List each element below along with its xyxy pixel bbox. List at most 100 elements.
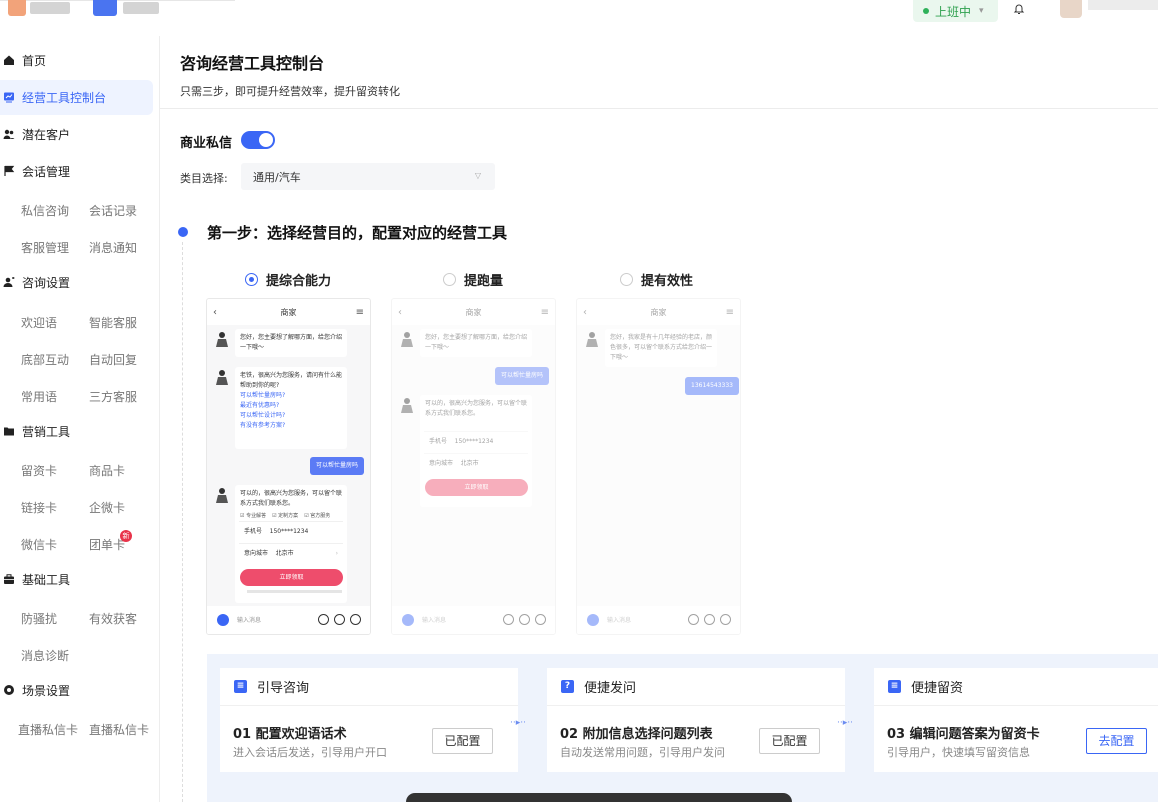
sidebar-subitem[interactable]: 消息通知	[89, 239, 137, 256]
sidebar-subitem[interactable]: 欢迎语	[21, 314, 57, 331]
sidebar-subitem[interactable]: 会话记录	[89, 202, 137, 219]
goal-radio-comprehensive[interactable]: 提综合能力	[245, 270, 331, 289]
users-icon	[3, 129, 15, 139]
emoji-icon[interactable]	[334, 614, 345, 625]
sidebar-item-leads[interactable]: 潜在客户	[0, 121, 70, 147]
sidebar-item-scene-settings[interactable]: 场景设置	[0, 677, 70, 703]
sidebar-item-basic-tools[interactable]: 基础工具	[0, 566, 70, 592]
flow-card-lead: ≡ 便捷留资 03 编辑问题答案为留资卡 引导用户，快速填写留资信息 去配置	[874, 668, 1158, 772]
sidebar-subitem[interactable]: 留资卡	[21, 462, 57, 479]
quick-question-link[interactable]: 最近有优惠吗?	[240, 401, 342, 411]
sidebar-subitem[interactable]: 直播私信卡	[18, 721, 78, 738]
card-header-label: 引导咨询	[257, 681, 310, 696]
bell-icon[interactable]	[1013, 3, 1025, 15]
app-logo[interactable]	[8, 0, 26, 16]
plus-icon	[720, 614, 731, 625]
sidebar-subitem[interactable]: 三方客服	[89, 388, 137, 405]
status-text: 上班中	[935, 4, 972, 19]
radio-label: 提有效性	[641, 274, 694, 289]
sidebar-subitem[interactable]: 微信卡	[21, 536, 57, 553]
sidebar-subitem[interactable]: 消息诊断	[21, 647, 69, 664]
go-configure-button[interactable]: 去配置	[1086, 728, 1147, 754]
quick-question-link[interactable]: 有没有参考方案?	[240, 421, 342, 431]
sidebar-item-consult-settings[interactable]: 咨询设置	[0, 269, 70, 295]
phone-header: ‹ 商家 ≡	[207, 299, 370, 325]
second-app-logo[interactable]	[93, 0, 117, 16]
phone-field: 手机号 150****1234	[424, 431, 528, 452]
chat-body: 您好，我家是有十几年经验的老店，颜色很多，可以留个联系方式给您介绍一下哦～ 13…	[577, 325, 740, 608]
dashboard-icon	[4, 92, 14, 103]
card-header: ? 便捷发问	[547, 668, 845, 706]
quick-question-link[interactable]: 可以帮忙设计吗?	[240, 411, 342, 421]
radio-label: 提跑量	[464, 274, 504, 289]
configured-button[interactable]: 已配置	[432, 728, 493, 754]
radio-label: 提综合能力	[266, 274, 332, 289]
flow-arrow-icon: ··▸··	[510, 718, 526, 728]
sidebar-item-conversation[interactable]: 会话管理	[0, 158, 70, 184]
chevron-down-icon: ▾	[979, 6, 984, 16]
sidebar-item-dashboard[interactable]: 经营工具控制台	[0, 84, 106, 110]
goal-radio-effective[interactable]: 提有效性	[620, 270, 693, 289]
sidebar-item-marketing[interactable]: 营销工具	[0, 418, 70, 444]
configured-button[interactable]: 已配置	[759, 728, 820, 754]
sidebar-subitem[interactable]: 有效获客	[89, 610, 137, 627]
sidebar-subitem[interactable]: 商品卡	[89, 462, 125, 479]
quick-question-link[interactable]: 可以帮忙量房吗?	[240, 391, 342, 401]
sidebar-subitem[interactable]: 常用语	[21, 388, 57, 405]
sidebar-subitem[interactable]: 私信咨询	[21, 202, 69, 219]
chat-body: 您好，您主要想了解哪方面，给您介绍一下哦～ 可以帮忙量房吗 可以的，很高兴为您服…	[392, 325, 555, 608]
sidebar-item-label: 场景设置	[22, 683, 71, 698]
phone-preview-3[interactable]: ‹ 商家 ≡ 您好，我家是有十几年经验的老店，颜色很多，可以留个联系方式给您介绍…	[576, 298, 741, 635]
chat-bubble: 您好，我家是有十几年经验的老店，颜色很多，可以留个联系方式给您介绍一下哦～	[605, 329, 717, 367]
sidebar-subitem[interactable]: 直播私信卡	[89, 721, 149, 738]
sidebar-subitem[interactable]: 客服管理	[21, 239, 69, 256]
online-status-dropdown[interactable]: 上班中 ▾	[913, 0, 998, 22]
user-name[interactable]	[1088, 0, 1158, 10]
user-avatar[interactable]	[1060, 0, 1082, 18]
voice-icon[interactable]	[318, 614, 329, 625]
chat-icon: ≡	[234, 680, 247, 693]
sidebar-item-label: 营销工具	[22, 424, 71, 439]
chevron-down-icon: ▽	[474, 171, 481, 180]
tab-divider	[0, 0, 235, 1]
plus-icon[interactable]	[350, 614, 361, 625]
sidebar-subitem[interactable]: 底部互动	[21, 351, 69, 368]
new-badge: 新	[120, 530, 132, 542]
chat-input-placeholder: 输入消息	[237, 617, 262, 624]
voice-icon	[503, 614, 514, 625]
sidebar-item-label: 潜在客户	[22, 127, 71, 142]
sidebar-subitem[interactable]: 自动回复	[89, 351, 137, 368]
folder-icon	[4, 427, 14, 436]
phone-preview-1[interactable]: ‹ 商家 ≡ 您好，您主要想了解哪方面，给您介绍一下哦～ 老铁，很高兴为您服务，…	[206, 298, 371, 635]
sidebar-item-home[interactable]: 首页	[0, 47, 46, 73]
sidebar-subitem[interactable]: 防骚扰	[21, 610, 57, 627]
agent-avatar-icon	[216, 332, 228, 347]
user-bubble: 可以帮忙量房吗	[310, 457, 365, 475]
header-divider	[160, 108, 1158, 109]
category-select[interactable]: 通用/汽车 ▽	[241, 163, 495, 190]
phone-preview-2[interactable]: ‹ 商家 ≡ 您好，您主要想了解哪方面，给您介绍一下哦～ 可以帮忙量房吗 可以的…	[391, 298, 556, 635]
chat-input-bar: 输入消息	[577, 606, 740, 634]
phone-field[interactable]: 手机号 150****1234	[239, 521, 343, 542]
sidebar-subitem[interactable]: 链接卡	[21, 499, 57, 516]
card-title: 01 配置欢迎语话术	[233, 727, 347, 742]
goal-radio-volume[interactable]: 提跑量	[443, 270, 503, 289]
phone-header-title: 商家	[465, 308, 482, 317]
chat-input-bar[interactable]: 输入消息	[207, 606, 370, 634]
business-dm-toggle[interactable]	[241, 131, 275, 149]
camera-icon[interactable]	[217, 614, 229, 626]
claim-now-button[interactable]: 立即领取	[240, 569, 343, 586]
camera-icon	[402, 614, 414, 626]
sidebar-subitem[interactable]: 企微卡	[89, 499, 125, 516]
privacy-note	[247, 590, 342, 593]
city-field[interactable]: 意向城市 北京市 ›	[239, 543, 343, 564]
back-icon: ‹	[583, 307, 587, 318]
toggle-knob	[259, 133, 273, 147]
business-dm-label: 商业私信	[180, 136, 233, 151]
bottom-toast	[406, 793, 792, 802]
chat-bubble: 您好，您主要想了解哪方面，给您介绍一下哦～	[420, 329, 532, 357]
card-title: 02 附加信息选择问题列表	[560, 727, 713, 742]
sidebar-subitem[interactable]: 智能客服	[89, 314, 137, 331]
step-dot	[178, 227, 188, 237]
home-icon	[4, 55, 14, 65]
